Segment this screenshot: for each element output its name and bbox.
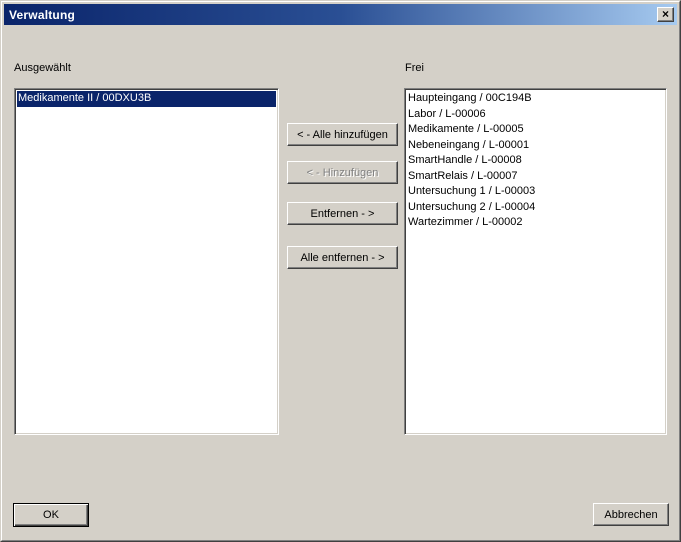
list-item[interactable]: Nebeneingang / L-00001 xyxy=(407,138,664,154)
close-icon: × xyxy=(662,8,669,20)
list-item[interactable]: Medikamente II / 00DXU3B xyxy=(17,91,276,107)
add-all-button[interactable]: < - Alle hinzufügen xyxy=(287,123,398,146)
add-button[interactable]: < - Hinzufügen xyxy=(287,161,398,184)
list-item[interactable]: SmartRelais / L-00007 xyxy=(407,169,664,185)
list-item[interactable]: Untersuchung 1 / L-00003 xyxy=(407,184,664,200)
close-button[interactable]: × xyxy=(657,7,674,22)
selected-list-label: Ausgewählt xyxy=(14,62,71,74)
verwaltung-dialog: Verwaltung × Ausgewählt Frei Medikamente… xyxy=(0,0,681,542)
list-item[interactable]: Haupteingang / 00C194B xyxy=(407,91,664,107)
list-item[interactable]: SmartHandle / L-00008 xyxy=(407,153,664,169)
dialog-frame: Verwaltung × Ausgewählt Frei Medikamente… xyxy=(1,1,680,541)
list-item[interactable]: Wartezimmer / L-00002 xyxy=(407,215,664,231)
free-list-label: Frei xyxy=(405,62,424,74)
remove-button[interactable]: Entfernen - > xyxy=(287,202,398,225)
list-item[interactable]: Labor / L-00006 xyxy=(407,107,664,123)
remove-all-button[interactable]: Alle entfernen - > xyxy=(287,246,398,269)
free-listbox[interactable]: Haupteingang / 00C194BLabor / L-00006Med… xyxy=(404,88,667,435)
list-item[interactable]: Medikamente / L-00005 xyxy=(407,122,664,138)
selected-listbox[interactable]: Medikamente II / 00DXU3B xyxy=(14,88,279,435)
cancel-button[interactable]: Abbrechen xyxy=(593,503,669,526)
transfer-button-group: < - Alle hinzufügen < - Hinzufügen Entfe… xyxy=(287,123,398,269)
window-title: Verwaltung xyxy=(4,8,75,22)
ok-button[interactable]: OK xyxy=(13,503,89,527)
list-item[interactable]: Untersuchung 2 / L-00004 xyxy=(407,200,664,216)
titlebar[interactable]: Verwaltung × xyxy=(4,4,677,25)
